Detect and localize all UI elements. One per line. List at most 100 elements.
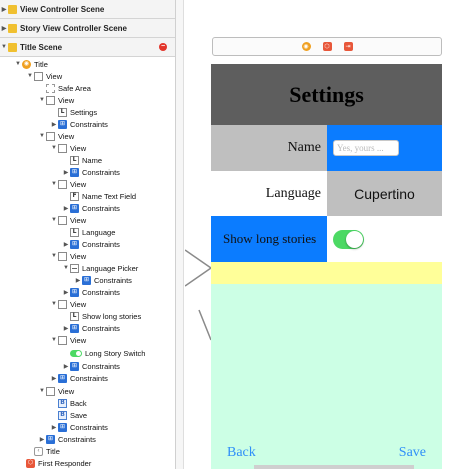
tree-row[interactable]: ▶ ⊞ Constraints <box>0 360 175 372</box>
tree-row[interactable]: L Show long stories <box>0 310 175 322</box>
tree-row[interactable]: ▶ ⊞ Constraints <box>0 286 175 298</box>
tree-row[interactable]: ▶ ⊞ Constraints <box>0 322 175 334</box>
tree-row[interactable]: ▶ ⊞ Constraints <box>0 166 175 178</box>
tree-row-label: Constraints <box>70 119 108 129</box>
disclosure-down-icon[interactable]: ▼ <box>38 385 46 397</box>
exit-icon[interactable]: ⇥ <box>343 42 353 51</box>
constraints-icon: ⊞ <box>58 373 67 383</box>
disclosure-right-icon[interactable]: ▶ <box>62 360 70 372</box>
tree-row[interactable]: ⬡ First Responder <box>0 457 175 469</box>
language-picker[interactable]: Cupertino <box>327 171 442 216</box>
tree-row[interactable]: ▶ ⊞ Constraints <box>0 421 175 433</box>
tree-row-label: Name <box>82 155 103 165</box>
show-long-stories-label: Show long stories <box>223 231 317 246</box>
title-scene-view[interactable]: Settings Name Yes, yours ... Language Cu… <box>211 64 442 469</box>
tree-row-label: View <box>70 335 87 345</box>
disclosure-down-icon[interactable]: ▼ <box>50 214 58 226</box>
error-icon[interactable]: − <box>159 43 167 51</box>
tree-row[interactable]: ▼ View <box>0 130 175 142</box>
tree-row[interactable]: ▶ ⊞ Constraints <box>0 274 175 286</box>
disclosure-right-icon[interactable]: ▶ <box>38 433 46 445</box>
tree-row[interactable]: ▼ View <box>0 178 175 190</box>
disclosure-down-icon[interactable]: ▼ <box>50 142 58 154</box>
tree-row-label: Title <box>34 59 48 69</box>
outline-scrollbar[interactable] <box>176 0 184 469</box>
disclosure-right-icon[interactable]: ▶ <box>62 166 70 178</box>
tree-row[interactable]: ▼ View <box>0 142 175 154</box>
tree-row-label: First Responder <box>38 458 92 468</box>
save-button[interactable]: Save <box>399 445 426 461</box>
tree-row[interactable]: F Name Text Field <box>0 190 175 202</box>
disclosure-down-icon[interactable]: ▼ <box>62 262 70 274</box>
section-view-controller-scene[interactable]: ▶ View Controller Scene <box>0 0 175 19</box>
disclosure-right-icon[interactable]: ▶ <box>50 118 58 130</box>
disclosure-right-icon[interactable]: ▶ <box>50 421 58 433</box>
disclosure-right-icon[interactable]: ▶ <box>0 3 8 15</box>
tree-row[interactable]: ▼ View <box>0 70 175 82</box>
disclosure-down-icon[interactable]: ▼ <box>50 334 58 346</box>
disclosure-down-icon[interactable]: ▼ <box>0 41 8 53</box>
tree-row[interactable]: ▶ ⊞ Constraints <box>0 202 175 214</box>
canvas-bottom-edge <box>254 465 414 469</box>
name-text-field[interactable]: Yes, yours ... <box>333 140 399 156</box>
view-icon <box>58 215 67 225</box>
tree-row[interactable]: B Save <box>0 409 175 421</box>
tree-row-label: Back <box>70 398 87 408</box>
tree-row-label: Constraints <box>82 203 120 213</box>
disclosure-right-icon[interactable]: ▶ <box>62 286 70 298</box>
label-icon: L <box>70 227 79 237</box>
disclosure-right-icon[interactable]: ▶ <box>62 202 70 214</box>
constraints-icon: ⊞ <box>70 203 79 213</box>
constraints-icon: ⊞ <box>70 239 79 249</box>
back-button[interactable]: Back <box>227 445 256 461</box>
disclosure-right-icon[interactable]: ▶ <box>62 238 70 250</box>
section-title-scene[interactable]: ▼ Title Scene − <box>0 38 175 57</box>
tree-row[interactable]: L Name <box>0 154 175 166</box>
tree-row[interactable]: L Settings <box>0 106 175 118</box>
disclosure-down-icon[interactable]: ▼ <box>50 178 58 190</box>
disclosure-down-icon[interactable]: ▼ <box>26 70 34 82</box>
disclosure-right-icon[interactable]: ▶ <box>62 322 70 334</box>
disclosure-down-icon[interactable]: ▼ <box>38 94 46 106</box>
tree-row[interactable]: ▶ ⊞ Constraints <box>0 433 175 445</box>
tree-row[interactable]: ▼ View <box>0 214 175 226</box>
disclosure-down-icon[interactable]: ▼ <box>50 250 58 262</box>
tree-row[interactable]: B Back <box>0 397 175 409</box>
tree-row[interactable]: ▼ View <box>0 334 175 346</box>
constraints-icon: ⊞ <box>46 434 55 444</box>
tree-row-label: Constraints <box>58 434 96 444</box>
page-title: Settings <box>289 81 364 107</box>
tree-row[interactable]: ▼ ◉ Title <box>0 58 175 70</box>
tree-row[interactable]: ‹ Title <box>0 445 175 457</box>
disclosure-right-icon[interactable]: ▶ <box>74 274 82 286</box>
name-label-cell: Name <box>211 125 327 171</box>
view-controller-icon: ◉ <box>22 59 31 69</box>
tree-row[interactable]: ▶ ⊞ Constraints <box>0 238 175 250</box>
tree-row[interactable]: ▼ View <box>0 298 175 310</box>
view-icon <box>58 335 67 345</box>
tree-row[interactable]: L Language <box>0 226 175 238</box>
disclosure-right-icon[interactable]: ▶ <box>50 372 58 384</box>
tree-row[interactable]: ▶ ⊞ Constraints <box>0 118 175 130</box>
tree-row[interactable]: Safe Area <box>0 82 175 94</box>
tree-row[interactable]: Long Story Switch <box>0 347 175 359</box>
tree-row[interactable]: ▼ View <box>0 385 175 397</box>
section-label: View Controller Scene <box>20 4 105 14</box>
tree-row[interactable]: ▼ View <box>0 250 175 262</box>
document-outline: ▶ View Controller Scene ▶ Story View Con… <box>0 0 175 469</box>
scene-dock[interactable]: ◉ ⬡ ⇥ <box>212 37 442 56</box>
tree-row-label: Constraints <box>82 323 120 333</box>
scene-icon <box>8 23 17 33</box>
disclosure-down-icon[interactable]: ▼ <box>14 58 22 70</box>
first-responder-icon[interactable]: ⬡ <box>322 42 332 51</box>
section-story-view-controller-scene[interactable]: ▶ Story View Controller Scene <box>0 19 175 38</box>
disclosure-down-icon[interactable]: ▼ <box>38 130 46 142</box>
tree-row[interactable]: ▶ ⊞ Constraints <box>0 372 175 384</box>
tree-row[interactable]: ▼ Language Picker <box>0 262 175 274</box>
disclosure-right-icon[interactable]: ▶ <box>0 22 8 34</box>
long-story-switch[interactable] <box>333 229 364 249</box>
disclosure-down-icon[interactable]: ▼ <box>50 298 58 310</box>
tree-row[interactable]: ▼ View <box>0 94 175 106</box>
view-controller-icon[interactable]: ◉ <box>301 42 311 51</box>
section-label: Story View Controller Scene <box>20 23 127 33</box>
